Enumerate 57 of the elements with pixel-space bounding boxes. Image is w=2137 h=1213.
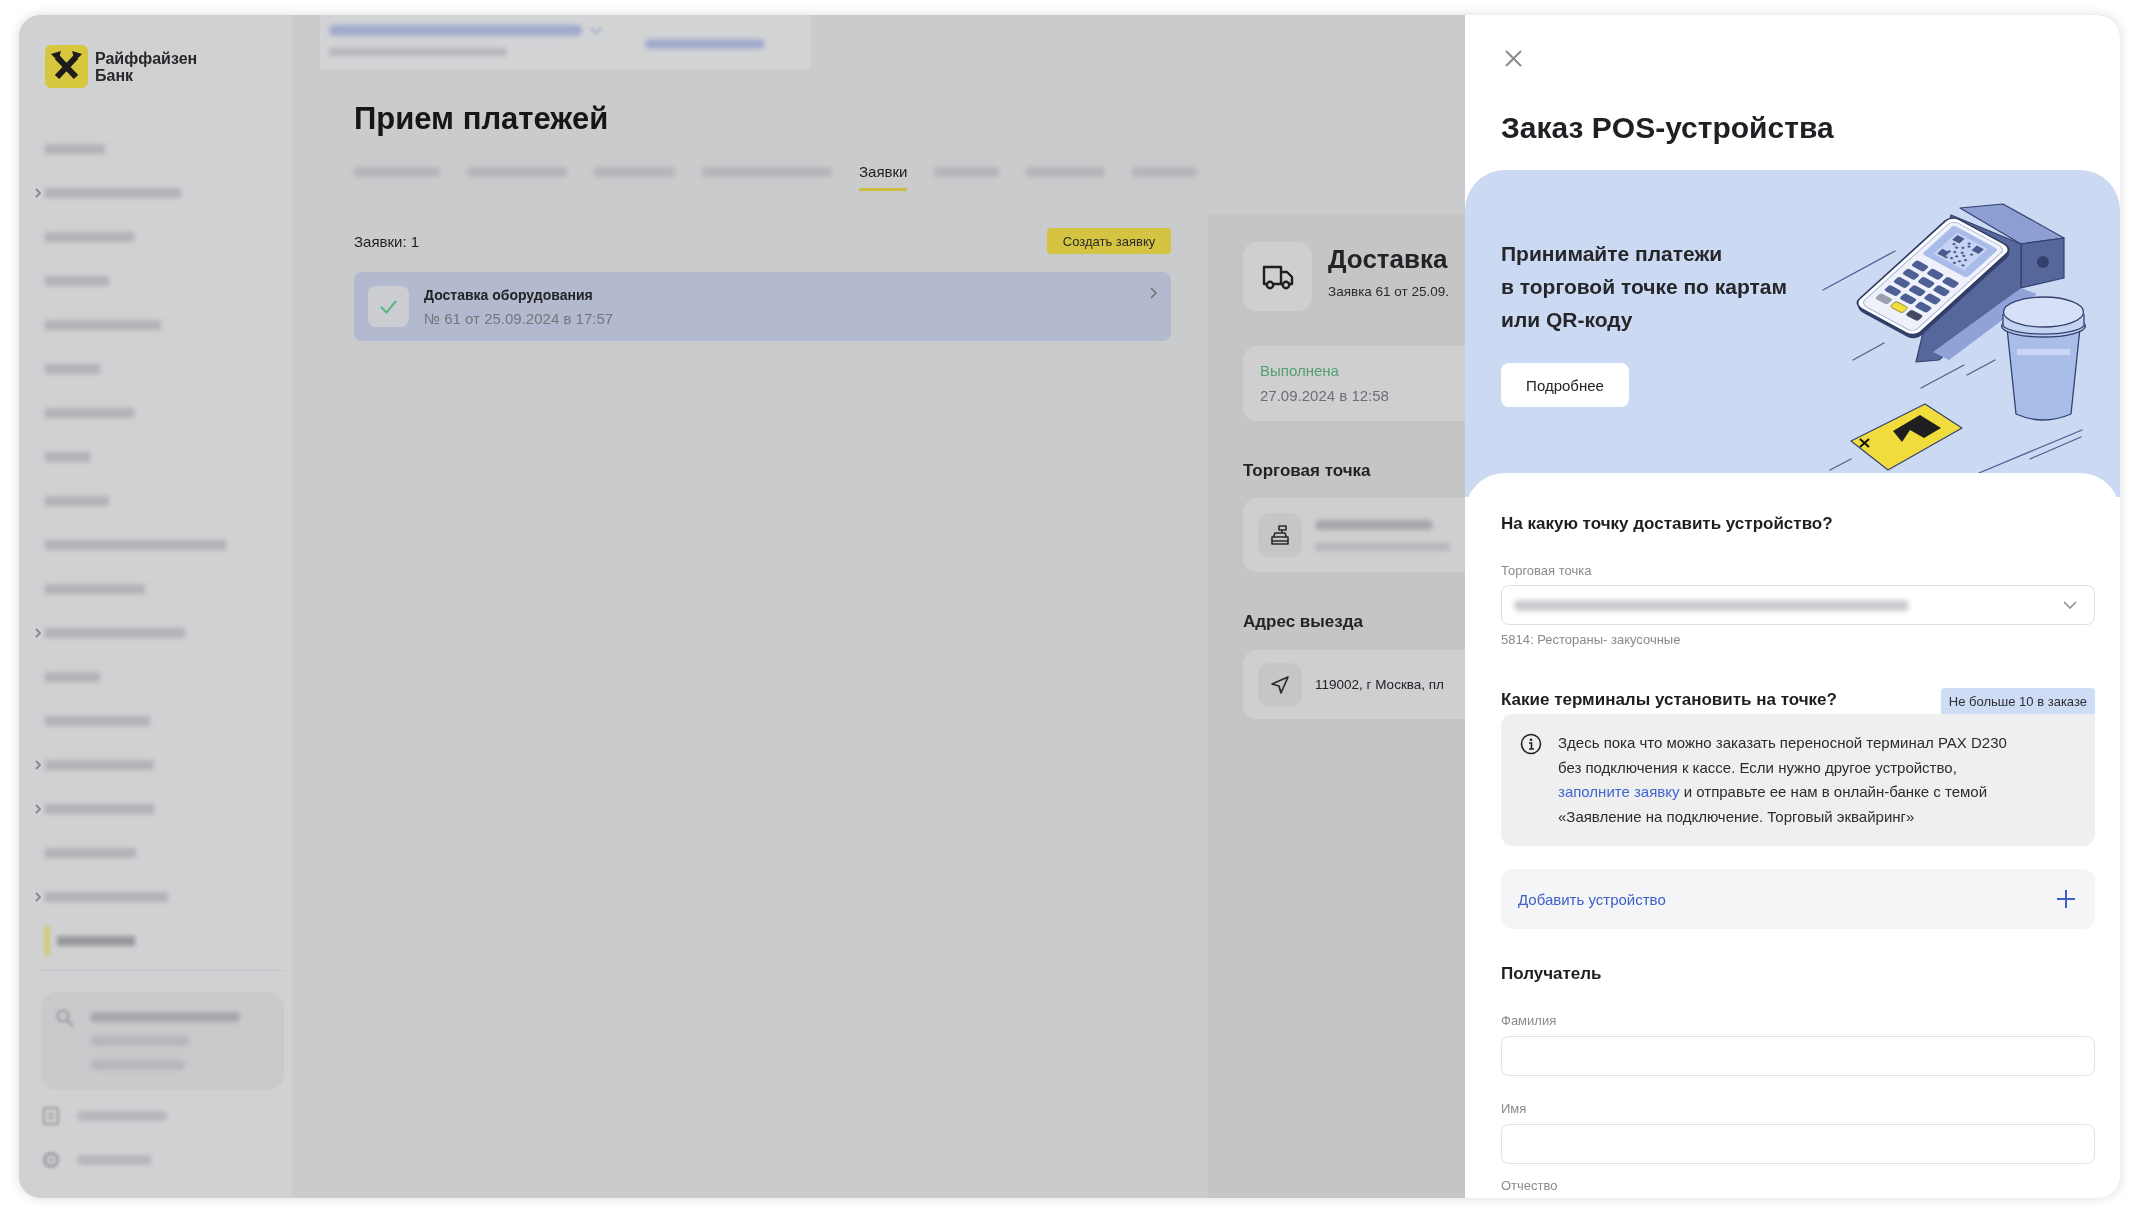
document-icon[interactable] <box>42 1106 60 1126</box>
blurred-link[interactable] <box>329 25 582 36</box>
info-icon <box>1520 733 1542 755</box>
request-title: Доставка оборудования <box>424 285 594 305</box>
add-device-button[interactable]: Добавить устройство <box>1501 869 2095 929</box>
address-card[interactable]: 119002, г Москва, пл <box>1243 650 1465 719</box>
search-icon <box>55 1008 75 1028</box>
settings-icon[interactable] <box>42 1151 60 1169</box>
limit-badge: Не больше 10 в заказе <box>1940 688 2095 714</box>
more-button[interactable]: Подробнее <box>1501 363 1629 407</box>
blurred-link[interactable] <box>645 39 765 49</box>
chevron-icon <box>35 804 41 814</box>
input-field[interactable] <box>1501 1036 2095 1076</box>
field-label: Торговая точка <box>1501 563 1593 579</box>
logo-icon[interactable] <box>45 45 88 88</box>
field-label: Имя <box>1501 1101 1528 1117</box>
logo-text: Райффайзен Банк <box>95 49 199 84</box>
chevron-icon <box>35 628 41 638</box>
status-label: Выполнена <box>1260 361 1340 381</box>
detail-title: Доставка <box>1328 244 1449 274</box>
chevron-icon <box>35 188 41 198</box>
request-subtitle: № 61 от 25.09.2024 в 17:57 <box>424 308 615 329</box>
page-title: Прием платежей <box>354 100 610 138</box>
request-form-link[interactable]: заполните заявку <box>1558 783 1680 800</box>
address-text: 119002, г Москва, пл <box>1315 675 1444 694</box>
tab[interactable]: Заявки <box>859 162 908 191</box>
caret-icon <box>590 27 602 34</box>
chevron-icon <box>35 760 41 770</box>
create-request-button[interactable]: Создать заявку <box>1047 228 1171 254</box>
promo-text: Принимайте платежи в торговой точке по картам или QR-коду <box>1501 241 1788 333</box>
section-heading: Торговая точка <box>1243 460 1372 482</box>
cash-register-icon <box>1258 513 1302 557</box>
blurred-text[interactable] <box>77 1155 152 1165</box>
field-label: Отчество <box>1501 1178 1559 1194</box>
sidebar-card[interactable] <box>41 992 284 1090</box>
status-date: 27.09.2024 в 12:58 <box>1260 386 1390 406</box>
plus-icon <box>2057 890 2075 908</box>
section-heading: Получатель <box>1501 963 1603 985</box>
chevron-icon <box>35 892 41 902</box>
chevron-down-icon <box>2063 601 2077 609</box>
section-heading: Адрес выезда <box>1243 611 1364 633</box>
request-count: Заявки: 1 <box>354 232 420 250</box>
outlet-card[interactable] <box>1243 498 1465 572</box>
drawer-title: Заказ POS-устройства <box>1501 110 1835 146</box>
info-text: Здесь пока что можно заказать переносной терминал PAX D230 без подключения к кассе. Если нужно другое устройство, заполните заявку и отправьте ее нам в онлайн-банке с темой «Заявление на подключение. Торговый эквайринг» <box>1558 733 2008 827</box>
close-icon <box>1505 50 1522 67</box>
blurred-text[interactable] <box>77 1111 167 1121</box>
detail-subtitle: Заявка 61 от 25.09. <box>1328 283 1450 301</box>
input-field[interactable] <box>1501 1124 2095 1164</box>
request-card[interactable]: Доставка оборудования № 61 от 25.09.2024 в 17:57 <box>354 272 1171 341</box>
truck-icon <box>1243 242 1312 311</box>
chevron-right-icon <box>1150 287 1157 299</box>
outlet-select[interactable] <box>1501 585 2095 625</box>
section-heading: Какие терминалы установить на точке? <box>1501 689 1837 711</box>
section-heading: На какую точку доставить устройство? <box>1501 513 1834 535</box>
field-hint: 5814: Рестораны- закусочные <box>1501 632 1682 648</box>
field-label: Фамилия <box>1501 1013 1558 1029</box>
